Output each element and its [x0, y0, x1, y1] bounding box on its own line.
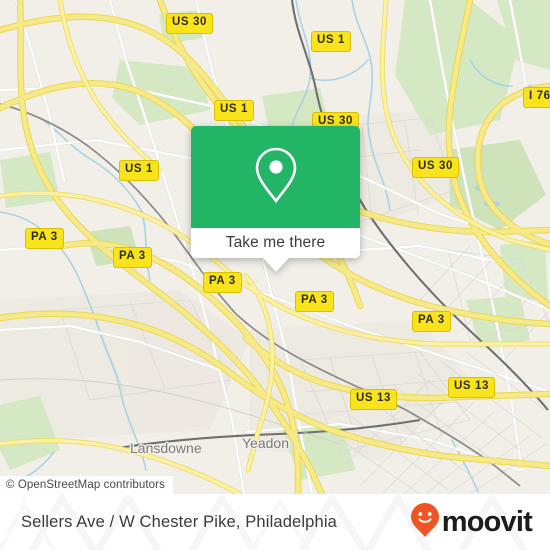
highway-shield-pa3: PA 3	[412, 311, 451, 332]
highway-shield-i76: I 76	[523, 87, 550, 108]
take-me-there-popup[interactable]: Take me there	[191, 126, 360, 272]
location-pin-icon	[252, 146, 300, 209]
place-label-yeadon: Yeadon	[242, 435, 289, 451]
take-me-there-label: Take me there	[225, 234, 326, 251]
highway-shield-us1: US 1	[119, 160, 159, 181]
highway-shield-pa3: PA 3	[295, 291, 334, 312]
popup-header	[191, 126, 360, 228]
location-title: Sellers Ave / W Chester Pike, Philadelph…	[21, 494, 337, 550]
highway-shield-us30: US 30	[166, 13, 213, 34]
popup-card[interactable]: Take me there	[191, 126, 360, 258]
highway-shield-us13: US 13	[350, 389, 397, 410]
highway-shield-pa3: PA 3	[25, 228, 64, 249]
moovit-pin-icon	[410, 502, 440, 543]
moovit-logo[interactable]: moovit	[410, 494, 533, 550]
moovit-map-screen: .water{fill:none;stroke:#a9d3e4;stroke-w…	[0, 0, 550, 550]
highway-shield-us13: US 13	[448, 377, 495, 398]
location-title-text: Sellers Ave / W Chester Pike, Philadelph…	[21, 512, 337, 531]
highway-shield-us1: US 1	[311, 31, 351, 52]
place-label-lansdowne: Lansdowne	[130, 440, 202, 456]
moovit-wordmark: moovit	[441, 505, 533, 538]
osm-attribution[interactable]: © OpenStreetMap contributors	[0, 476, 173, 494]
bottom-bar: Sellers Ave / W Chester Pike, Philadelph…	[0, 494, 550, 550]
highway-shield-pa3: PA 3	[203, 272, 242, 293]
highway-shield-us30: US 30	[412, 157, 459, 178]
popup-pointer	[262, 258, 289, 272]
popup-action-row[interactable]: Take me there	[191, 228, 360, 258]
map-container[interactable]: .water{fill:none;stroke:#a9d3e4;stroke-w…	[0, 0, 550, 494]
highway-shield-us1: US 1	[214, 100, 254, 121]
highway-shield-pa3: PA 3	[113, 247, 152, 268]
